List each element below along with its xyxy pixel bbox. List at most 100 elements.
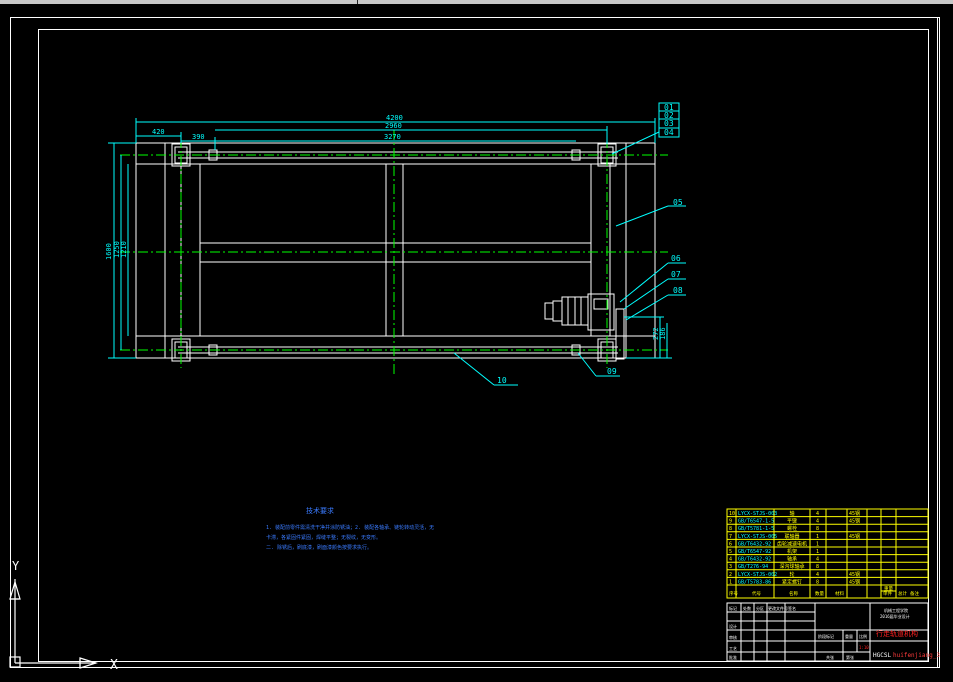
bill-of-materials: 10 LYCX-STJS-003 轴 4 45钢 9 GB/T6547-1-5 平键 4 45钢 8…	[726, 508, 929, 599]
notes-line-1: 1. 装配前零件需清洗干净并涂防锈油；2. 装配各轴承、链轮转动灵活，无	[266, 524, 434, 531]
bom-cell-no: 7	[729, 534, 732, 540]
bom-cell-code: GB/T6432-92	[738, 557, 771, 563]
bom-cell-code: GB/T6432-92	[738, 541, 771, 547]
bom-cell-qty: 8	[816, 564, 819, 570]
ucs-y-label: Y	[12, 559, 20, 573]
bom-row: 1 GB/T5783-86 紧定螺钉 8 45钢	[729, 578, 860, 585]
tb-label-approve: 批准	[729, 654, 737, 660]
bom-cell-name: 齿轮减速电机	[777, 540, 807, 547]
bom-cell-qty: 1	[816, 541, 819, 547]
bom-cell-qty: 1	[816, 534, 819, 540]
tb-scale-value: 1:10	[859, 645, 869, 650]
bom-cell-name: 轮	[789, 571, 794, 578]
bom-cell-code: GB/T6547-1-5	[738, 519, 774, 525]
tb-label-stage: 阶段标记	[818, 633, 834, 639]
bom-cell-no: 4	[729, 557, 732, 563]
tb-label-change: 更改文件号	[768, 605, 788, 611]
bom-cell-no: 9	[729, 519, 732, 525]
ucs-icon	[9, 579, 99, 669]
bom-cell-code: GB/T276-94	[738, 564, 768, 570]
ucs-x-label: X	[110, 658, 118, 673]
bom-cell-code: LYCX-STJS-005	[738, 534, 777, 540]
balloon-03: 03	[664, 119, 674, 128]
bom-row: 2 LYCX-STJS-002 轮 4 45钢	[729, 571, 860, 578]
bom-cell-name: 轴承	[787, 556, 797, 563]
bom-cell-name: 机架	[787, 548, 797, 555]
bom-cell-code: LYCX-STJS-002	[738, 572, 777, 578]
bom-row: 7 LYCX-STJS-005 联轴器 1 45钢	[729, 533, 860, 540]
bom-cell-no: 6	[729, 541, 732, 547]
bom-cell-code: GB/T5781-1-5	[738, 526, 774, 532]
bom-cell-qty: 4	[816, 511, 819, 517]
bom-cell-name: 深沟球轴承	[779, 563, 804, 570]
drawing-name: 行走轨道机构	[876, 629, 918, 638]
balloon-10: 10	[497, 376, 507, 385]
dimensions	[108, 118, 672, 359]
tb-label-process: 工艺	[729, 646, 737, 651]
bom-cell-code: LYCX-STJS-003	[738, 511, 777, 517]
bom-cell-name: 平键	[787, 518, 797, 525]
technical-notes: 技术要求 1. 装配前零件需清洗干净并涂防锈油；2. 装配各轴承、链轮转动灵活，…	[266, 506, 434, 551]
company-code: HGCSL	[873, 652, 891, 659]
dim-inner-span-2: 2960	[385, 122, 402, 130]
side-rail-top	[164, 142, 627, 165]
balloon-04: 04	[664, 128, 674, 137]
tb-label-zone: 分区	[756, 605, 764, 611]
tb-subtitle-2: 2016届毕业设计	[880, 613, 910, 619]
bom-cell-no: 8	[729, 526, 732, 532]
bom-header-cell: 数量	[815, 590, 824, 597]
notes-line-3: 二. 除锈后，刷底漆，刷面漆颜色按要求执行。	[266, 544, 372, 551]
bom-cell-material: 45钢	[849, 571, 860, 578]
bom-header-cell: 备注	[910, 590, 919, 597]
tb-subtitle-1: 机械工程学院	[884, 607, 908, 613]
bom-cell-no: 2	[729, 572, 732, 578]
balloon-09: 09	[607, 367, 617, 376]
tb-label-weight: 重量	[845, 633, 853, 639]
bom-cell-no: 3	[729, 564, 732, 570]
dim-inner-span: 3270	[384, 133, 401, 141]
bom-cell-no: 1	[729, 579, 732, 585]
tb-label-scale: 比例	[859, 633, 867, 639]
bom-cell-name: 联轴器	[784, 533, 799, 540]
tb-label-count: 处数	[743, 605, 751, 611]
tb-label-design: 设计	[729, 623, 737, 629]
bom-cell-qty: 4	[816, 519, 819, 525]
bom-cell-name: 轴	[789, 510, 794, 517]
balloon-07: 07	[671, 270, 681, 279]
bom-cell-qty: 8	[816, 579, 819, 585]
cad-drawing-canvas[interactable]: 4200 2960 3270 420 390 1600 1250 1210 27…	[0, 4, 953, 678]
bom-header-cell: 名称	[789, 590, 798, 597]
dim-overall-width: 1600	[105, 243, 113, 260]
bom-header-cell: 总计	[898, 590, 907, 597]
bom-cell-qty: 4	[816, 572, 819, 578]
bom-row: 8 GB/T5781-1-5 螺栓 8	[729, 525, 819, 532]
dim-bearing-offset: 390	[192, 133, 205, 141]
tb-label-sheets: 共张	[826, 654, 834, 660]
bom-cell-code: GB/T5783-86	[738, 579, 771, 585]
bom-cell-material: 45钢	[849, 518, 860, 525]
center-lines	[120, 130, 668, 374]
bom-cell-material: 45钢	[849, 578, 860, 585]
bom-cell-material: 45钢	[849, 510, 860, 517]
balloon-leaders	[453, 102, 686, 386]
balloon-08: 08	[673, 286, 683, 295]
bom-cell-name: 螺栓	[787, 525, 797, 532]
watermark-text: huifenjiang_3	[893, 652, 940, 659]
tb-label-sheet-no: 第张	[846, 654, 854, 660]
bom-cell-material: 45钢	[849, 533, 860, 540]
dim-overall-length: 4200	[386, 114, 403, 122]
bom-cell-code: GB/T6547-92	[738, 549, 771, 555]
bom-header-weight: 重量	[884, 585, 893, 592]
cross-member-left	[180, 163, 201, 337]
bom-cell-name: 紧定螺钉	[782, 578, 802, 585]
bom-cell-qty: 8	[816, 526, 819, 532]
bom-row: 9 GB/T6547-1-5 平键 4 45钢	[729, 518, 860, 525]
bom-cell-qty: 4	[816, 557, 819, 563]
bom-row: 10 LYCX-STJS-003 轴 4 45钢	[729, 510, 860, 517]
tb-label-mark: 标记	[729, 605, 737, 611]
dim-motor-height: 186	[659, 327, 667, 340]
bom-header-cell: 序号	[729, 590, 738, 597]
balloon-06: 06	[671, 254, 681, 263]
dim-inner-width-2: 1210	[120, 241, 128, 258]
notes-line-2: 卡滞，各紧固件紧固，焊缝平整；无裂纹，无变形。	[266, 534, 381, 541]
